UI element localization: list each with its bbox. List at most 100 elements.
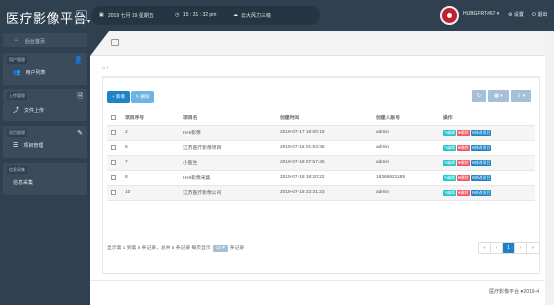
- table-row: 6 江苏医疗影像项目 2019-07-18 01:53:35 admin ✎编辑…: [107, 140, 535, 156]
- clock-icon: ◷: [175, 12, 180, 18]
- date-text: 2019 七月 19 星期五: [108, 13, 154, 19]
- select-all-checkbox[interactable]: [111, 114, 116, 120]
- delete-row-button[interactable]: ✖删除: [456, 189, 470, 196]
- columns-button[interactable]: ▦ ▾: [488, 90, 509, 102]
- upload-icon: ⤴: [13, 108, 20, 114]
- sidebar: ⌂ 后台首页 用户管理 👤 👥 用户列表 上传管理 🗎 ⤴ 文件上传 项目管理 ✎ …: [0, 31, 90, 305]
- list-icon: ☰: [13, 143, 19, 149]
- add-button[interactable]: + 新增: [107, 91, 130, 103]
- select-all-header[interactable]: [107, 111, 121, 126]
- project-panel: + 新增 ✎ 删除 ↻ ▦ ▾ ⇩ ▾ 项目序号 项目名 创建时间 创建人账号 …: [102, 76, 540, 274]
- delete-row-button[interactable]: ✖删除: [456, 129, 470, 136]
- page-size-select[interactable]: 10 ▾: [212, 245, 228, 252]
- delete-button[interactable]: ✎ 删除: [131, 91, 154, 103]
- breadcrumb[interactable]: ⌂ ›: [102, 65, 108, 71]
- table-row: 7 小医生 2019-07-18 07:57:46 admin ✎编辑 ✖删除 ⚙修…: [107, 155, 535, 171]
- pagination-info-suffix: 条记录: [229, 246, 245, 251]
- delete-row-button[interactable]: ✖删除: [456, 159, 470, 166]
- first-page-button[interactable]: «: [479, 243, 491, 253]
- config-project-button[interactable]: ⚙修改项目: [470, 144, 492, 151]
- sidebar-item-user-list[interactable]: 👥 用户列表: [13, 69, 46, 76]
- delete-row-button[interactable]: ✖删除: [456, 144, 470, 151]
- weather-icon: ☁: [233, 12, 238, 18]
- cell-creator: admin: [372, 155, 439, 171]
- calendar-icon: ▣: [99, 12, 104, 18]
- group-tag: 用户管理: [7, 56, 27, 64]
- row-select-cell[interactable]: [107, 125, 121, 141]
- sidebar-group-upload: 上传管理 🗎 ⤴ 文件上传: [3, 89, 87, 121]
- sidebar-item-label: 文件上传: [24, 108, 45, 114]
- edit-button[interactable]: ✎编辑: [443, 129, 456, 136]
- sidebar-group-users: 用户管理 👤 👥 用户列表: [3, 53, 87, 85]
- footer-text: 医疗影像平台 ♥2019-4: [489, 289, 539, 295]
- sidebar-group-projects: 项目管理 ✎ ☰ 项目管理: [3, 126, 87, 158]
- sidebar-item-info-collect[interactable]: 信息采集: [13, 179, 33, 186]
- sidebar-item-file-upload[interactable]: ⤴ 文件上传: [13, 105, 44, 114]
- cell-creator: admin: [372, 140, 439, 156]
- config-project-button[interactable]: ⚙修改项目: [470, 129, 492, 136]
- row-select-cell[interactable]: [107, 140, 121, 156]
- sidebar-item-home[interactable]: ⌂ 后台首页: [3, 33, 87, 47]
- cell-id: 10: [121, 185, 179, 201]
- row-checkbox[interactable]: [111, 174, 116, 180]
- exit-link[interactable]: ⏻ 退出: [532, 11, 547, 18]
- cell-creator: 18368621189: [372, 170, 439, 186]
- delete-row-button[interactable]: ✖删除: [456, 174, 470, 181]
- page-1-button[interactable]: 1: [503, 243, 515, 253]
- avatar-dot: [447, 13, 452, 18]
- footer: 医疗影像平台 ♥2019-4: [90, 280, 554, 305]
- row-checkbox[interactable]: [111, 159, 116, 165]
- time-text: 15 : 31 : 32 pm: [183, 12, 217, 18]
- row-select-cell[interactable]: [107, 170, 121, 186]
- export-button[interactable]: ⇩ ▾: [511, 90, 531, 102]
- col-header-id[interactable]: 项目序号: [121, 111, 179, 126]
- user-avatar[interactable]: [440, 6, 459, 25]
- pagination-info-prefix: 显示第 1 到第 5 条记录，总共 5 条记录 每页显示: [107, 246, 211, 251]
- edit-button[interactable]: ✎编辑: [443, 144, 456, 151]
- row-select-cell[interactable]: [107, 155, 121, 171]
- next-page-button[interactable]: ›: [515, 243, 527, 253]
- edit-button[interactable]: ✎编辑: [443, 159, 456, 166]
- cell-actions: ✎编辑 ✖删除 ⚙修改项目: [439, 185, 535, 201]
- col-header-creator[interactable]: 创建人账号: [372, 111, 439, 126]
- row-checkbox[interactable]: [111, 129, 116, 135]
- edit-button[interactable]: ✎编辑: [443, 174, 456, 181]
- row-checkbox[interactable]: [111, 189, 116, 195]
- info-bar: ▣ 2019 七月 19 星期五 ◷ 15 : 31 : 32 pm ☁ 云大风…: [91, 6, 320, 25]
- cell-creator: admin: [372, 185, 439, 201]
- col-header-time[interactable]: 创建时间: [276, 111, 372, 126]
- group-tag: 信息采集: [7, 166, 27, 174]
- cell-time: 2019-07-18 18:20:22: [276, 170, 372, 186]
- project-table: 项目序号 项目名 创建时间 创建人账号 操作 2 HHI影像 2019-07-1…: [107, 111, 535, 201]
- cell-id: 7: [121, 155, 179, 171]
- cell-id: 6: [121, 140, 179, 156]
- config-project-button[interactable]: ⚙修改项目: [470, 189, 492, 196]
- cell-time: 2019-07-17 18:00:18: [276, 125, 372, 141]
- window-icon[interactable]: [111, 39, 119, 46]
- prev-page-button[interactable]: ‹: [491, 243, 503, 253]
- last-page-button[interactable]: »: [527, 243, 539, 253]
- menu-toggle-button[interactable]: ≡: [76, 10, 87, 21]
- config-project-button[interactable]: ⚙修改项目: [470, 159, 492, 166]
- table-header-row: 项目序号 项目名 创建时间 创建人账号 操作: [107, 111, 535, 126]
- table-row: 8 HHI影像采集 2019-07-18 18:20:22 1836862118…: [107, 170, 535, 186]
- row-select-cell[interactable]: [107, 185, 121, 201]
- edit-button[interactable]: ✎编辑: [443, 189, 456, 196]
- row-checkbox[interactable]: [111, 144, 116, 150]
- sidebar-home-label: 后台首页: [25, 39, 46, 45]
- config-project-button[interactable]: ⚙修改项目: [470, 174, 492, 181]
- username-dropdown[interactable]: HUBGFRT#67 ▾: [463, 11, 499, 17]
- settings-link[interactable]: ⚙ 设置: [508, 11, 524, 18]
- sidebar-item-label: 项目管理: [23, 143, 44, 149]
- cell-actions: ✎编辑 ✖删除 ⚙修改项目: [439, 125, 535, 141]
- sidebar-item-label: 用户列表: [25, 70, 46, 76]
- cell-time: 2019-07-18 23:31:23: [276, 185, 372, 201]
- refresh-button[interactable]: ↻: [472, 90, 486, 102]
- vertical-scrollbar[interactable]: [545, 31, 554, 305]
- table-row: 2 HHI影像 2019-07-17 18:00:18 admin ✎编辑 ✖删除…: [107, 125, 535, 141]
- cell-actions: ✎编辑 ✖删除 ⚙修改项目: [439, 155, 535, 171]
- user-icon: 👤: [74, 57, 83, 64]
- col-header-name[interactable]: 项目名: [179, 111, 276, 126]
- settings-label: 设置: [513, 12, 524, 18]
- sidebar-item-project-manage[interactable]: ☰ 项目管理: [13, 142, 43, 149]
